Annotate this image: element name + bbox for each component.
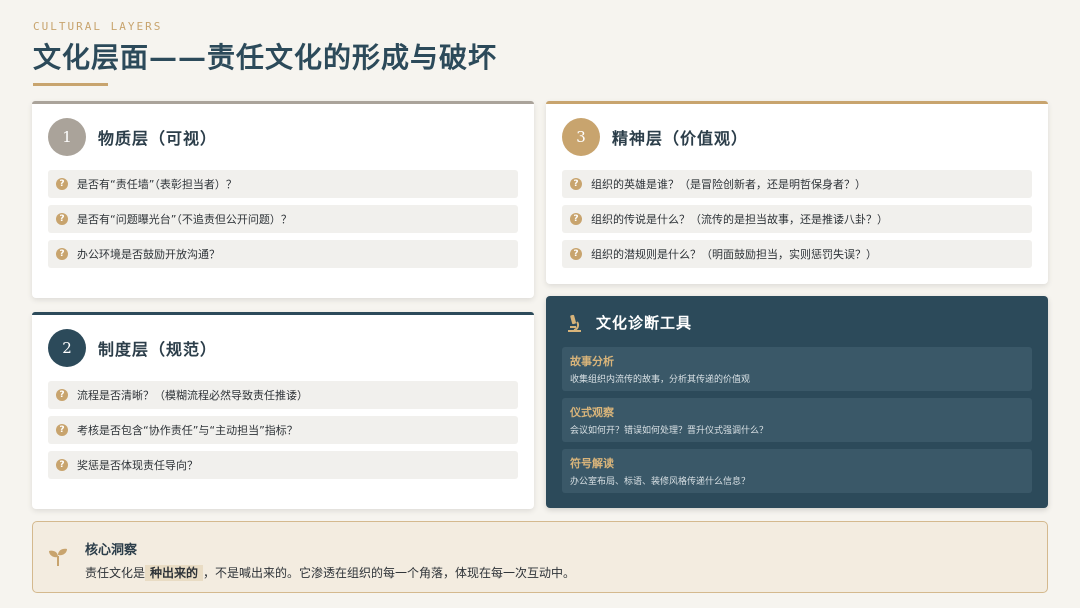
layer-card-institutional: 2 制度层（规范） ? 流程是否清晰？（模糊流程必然导致责任推诿） ? 考核是否包含… [32, 312, 534, 509]
question-text: 考核是否包含“协作责任”与“主动担当”指标？ [77, 424, 298, 437]
layer-title: 物质层（可视） [98, 129, 218, 148]
question-item: ? 是否有“责任墙”（表彰担当者）？ [48, 170, 518, 198]
tool-item: 仪式观察 会议如何开？错误如何处理？晋升仪式强调什么？ [562, 398, 1032, 442]
question-mark-icon: ? [570, 248, 582, 260]
layer-title: 精神层（价值观） [612, 129, 749, 148]
insight-text-before: 责任文化是 [85, 566, 146, 580]
title-underline [33, 83, 108, 86]
tool-name: 符号解读 [570, 457, 614, 470]
question-mark-icon: ? [570, 178, 582, 190]
question-item: ? 办公环境是否鼓励开放沟通？ [48, 240, 518, 268]
page-title: 文化层面——责任文化的形成与破坏 [33, 41, 498, 74]
question-mark-icon: ? [570, 213, 582, 225]
question-item: ? 组织的潜规则是什么？（明面鼓励担当，实则惩罚失误？） [562, 240, 1032, 268]
core-insight-box: 核心洞察 责任文化是 种出来的 ，不是喊出来的。它渗透在组织的每一个角落，体现在每一… [32, 521, 1048, 593]
question-text: 是否有“责任墙”（表彰担当者）？ [77, 178, 237, 191]
layer-number-badge: 3 [562, 118, 600, 156]
question-mark-icon: ? [56, 248, 68, 260]
insight-text: 责任文化是 种出来的 ，不是喊出来的。它渗透在组织的每一个角落，体现在每一次互动中。 [85, 564, 575, 581]
question-text: 组织的英雄是谁？（是冒险创新者，还是明哲保身者？） [591, 178, 866, 191]
card-top-bar [546, 101, 1048, 104]
diagnostic-tools-panel: 文化诊断工具 故事分析 收集组织内流传的故事，分析其传递的价值观 仪式观察 会议… [546, 296, 1048, 508]
question-mark-icon: ? [56, 178, 68, 190]
microscope-icon [568, 314, 581, 332]
question-mark-icon: ? [56, 389, 68, 401]
layer-card-material: 1 物质层（可视） ? 是否有“责任墙”（表彰担当者）？ ? 是否有“问题曝光台”（… [32, 101, 534, 298]
question-text: 奖惩是否体现责任导向？ [77, 459, 198, 472]
card-top-bar [32, 312, 534, 315]
layer-number-badge: 2 [48, 329, 86, 367]
question-item: ? 组织的传说是什么？（流传的是担当故事，还是推诿八卦？） [562, 205, 1032, 233]
question-text: 办公环境是否鼓励开放沟通？ [77, 248, 220, 261]
tool-name: 仪式观察 [570, 406, 614, 419]
eyebrow-label: CULTURAL LAYERS [33, 20, 163, 33]
question-item: ? 流程是否清晰？（模糊流程必然导致责任推诿） [48, 381, 518, 409]
question-mark-icon: ? [56, 424, 68, 436]
insight-text-after: ，不是喊出来的。它渗透在组织的每一个角落，体现在每一次互动中。 [203, 566, 576, 580]
layer-title: 制度层（规范） [98, 340, 218, 359]
tool-item: 故事分析 收集组织内流传的故事，分析其传递的价值观 [562, 347, 1032, 391]
question-mark-icon: ? [56, 459, 68, 471]
sprout-icon [49, 548, 67, 566]
question-item: ? 是否有“问题曝光台”（不追责但公开问题）？ [48, 205, 518, 233]
tool-item: 符号解读 办公室布局、标语、装修风格传递什么信息？ [562, 449, 1032, 493]
question-text: 组织的传说是什么？（流传的是担当故事，还是推诿八卦？） [591, 213, 888, 226]
tool-name: 故事分析 [570, 355, 614, 368]
question-item: ? 考核是否包含“协作责任”与“主动担当”指标？ [48, 416, 518, 444]
tool-description: 会议如何开？错误如何处理？晋升仪式强调什么？ [570, 426, 769, 436]
question-text: 组织的潜规则是什么？（明面鼓励担当，实则惩罚失误？） [591, 248, 877, 261]
question-mark-icon: ? [56, 213, 68, 225]
tool-description: 收集组织内流传的故事，分析其传递的价值观 [570, 375, 751, 385]
question-item: ? 组织的英雄是谁？（是冒险创新者，还是明哲保身者？） [562, 170, 1032, 198]
layer-card-spiritual: 3 精神层（价值观） ? 组织的英雄是谁？（是冒险创新者，还是明哲保身者？） ? 组… [546, 101, 1048, 284]
tools-title: 文化诊断工具 [596, 314, 693, 332]
layer-number-badge: 1 [48, 118, 86, 156]
question-text: 流程是否清晰？（模糊流程必然导致责任推诿） [77, 389, 308, 402]
card-top-bar [32, 101, 534, 104]
insight-title: 核心洞察 [85, 543, 138, 558]
question-item: ? 奖惩是否体现责任导向？ [48, 451, 518, 479]
tool-description: 办公室布局、标语、装修风格传递什么信息？ [570, 477, 751, 487]
question-text: 是否有“问题曝光台”（不追责但公开问题）？ [77, 213, 292, 226]
insight-highlight: 种出来的 [145, 565, 204, 581]
